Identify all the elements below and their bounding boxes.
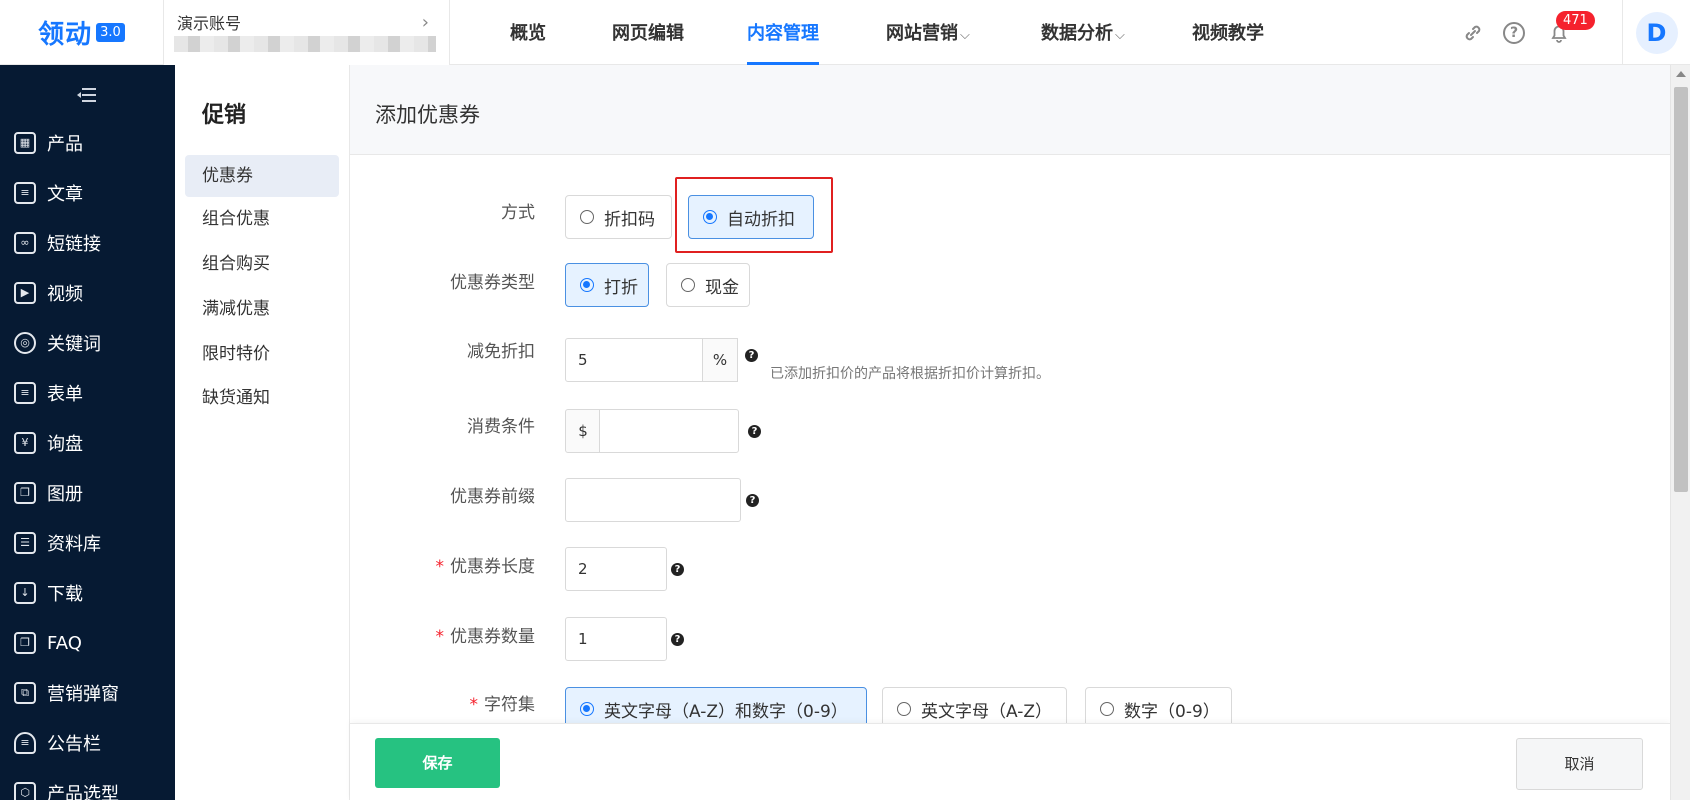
radio-icon [897,702,911,716]
quantity-label: * 优惠券数量 [435,627,536,647]
faq-icon: ❐ [14,632,36,654]
database-icon: ☰ [14,532,36,554]
avatar: D [1635,11,1678,54]
condition-label: 消费条件 [467,417,535,437]
sidebar-item-keywords[interactable]: ◎ 关键词 [0,320,175,366]
prefix-input[interactable] [565,478,741,522]
help-icon[interactable]: ? [671,633,684,646]
account-switcher[interactable]: 演示账号 › [163,0,450,65]
radio-icon [681,278,695,292]
sidebar-item-faq[interactable]: ❐ FAQ [0,620,175,666]
discount-input[interactable]: 5 [565,338,705,382]
sidebar-item-bulletin[interactable]: ≡ 公告栏 [0,720,175,766]
sidebar-item-albums[interactable]: ❐ 图册 [0,470,175,516]
help-icon[interactable]: ? [671,563,684,576]
user-menu[interactable]: D [1622,0,1690,65]
inquiry-icon: ¥ [14,432,36,454]
document-icon: ≡ [14,182,36,204]
method-label: 方式 [501,203,535,223]
account-name: 演示账号 [177,14,242,33]
submenu-item-coupons[interactable]: 优惠券 [185,155,339,197]
radio-checked-icon [580,702,594,716]
sidebar-item-videos[interactable]: ▶ 视频 [0,270,175,316]
prefix-label: 优惠券前缀 [450,487,535,507]
nav-page-editor[interactable]: 网页编辑 [612,0,684,65]
main-content: 添加优惠券 方式 折扣码 自动折扣 优惠券类型 打折 现金 减免折扣 5 % ?… [350,65,1670,800]
coupon-type-option-percent[interactable]: 打折 [565,263,649,307]
account-id-redacted [174,36,436,52]
submenu-item-flash-sale[interactable]: 限时特价 [185,333,339,375]
dollar-addon: $ [565,409,601,453]
quantity-input[interactable]: 1 [565,617,667,661]
nav-site-marketing[interactable]: 网站营销 ⌵ [886,0,970,65]
nav-video-tutorials[interactable]: 视频教学 [1192,0,1264,65]
top-bar: 领动 3.0 演示账号 › 概览 网页编辑 内容管理 网站营销 ⌵ 数据分析 ⌵ 视… [0,0,1690,65]
page-scrollbar[interactable] [1670,65,1690,800]
length-label: * 优惠券长度 [435,557,536,577]
link-icon[interactable] [1462,22,1484,44]
coupon-type-option-cash[interactable]: 现金 [666,263,750,307]
submenu-title: 促销 [202,103,247,128]
chevron-down-icon: ⌵ [1115,28,1125,43]
sidebar-item-products[interactable]: ▦ 产品 [0,120,175,166]
sidebar-item-downloads[interactable]: ↓ 下载 [0,570,175,616]
nav-content-management[interactable]: 内容管理 [747,0,819,65]
help-icon[interactable]: ? [745,349,758,362]
radio-checked-icon [580,278,594,292]
album-icon: ❐ [14,482,36,504]
download-icon: ↓ [14,582,36,604]
percent-addon: % [702,338,738,382]
sidebar-item-forms[interactable]: ≡ 表单 [0,370,175,416]
charset-label: * 字符集 [469,695,536,715]
main-sidebar: ▦ 产品 ≡ 文章 ∞ 短链接 ▶ 视频 ◎ 关键词 ≡ 表单 ¥ 询盘 ❐ 图册 ☰ 资料库 ↓… [0,65,175,800]
logo-text: 领动 [38,20,93,50]
promotion-submenu: 促销 优惠券 组合优惠 组合购买 满减优惠 限时特价 缺货通知 [175,65,350,800]
sidebar-item-library[interactable]: ☰ 资料库 [0,520,175,566]
submenu-item-bundle-discount[interactable]: 组合优惠 [185,198,339,240]
submenu-item-stock-alert[interactable]: 缺货通知 [185,377,339,419]
sidebar-item-articles[interactable]: ≡ 文章 [0,170,175,216]
method-option-discount-code[interactable]: 折扣码 [565,195,672,239]
discount-hint: 已添加折扣价的产品将根据折扣价计算折扣。 [770,366,1050,382]
page-header: 添加优惠券 [350,65,1670,155]
action-bar: 保存 取消 [350,723,1670,800]
video-icon: ▶ [14,282,36,304]
collapse-menu-icon[interactable] [77,87,97,103]
radio-icon [580,210,594,224]
condition-input[interactable] [599,409,739,453]
link-icon: ∞ [14,232,36,254]
length-input[interactable]: 2 [565,547,667,591]
scrollbar-thumb[interactable] [1674,87,1688,492]
sidebar-item-product-selection[interactable]: ⬡ 产品选型 [0,770,175,800]
product-select-icon: ⬡ [14,782,36,800]
sidebar-item-marketing-popups[interactable]: ⧉ 营销弹窗 [0,670,175,716]
scroll-up-arrow-icon[interactable] [1676,71,1686,77]
radio-icon [1100,702,1114,716]
notification-count-badge: 471 [1556,11,1595,30]
sidebar-item-inquiries[interactable]: ¥ 询盘 [0,420,175,466]
chevron-right-icon: › [421,12,429,33]
help-icon[interactable]: ? [746,494,759,507]
logo-version-badge: 3.0 [96,23,125,42]
grid-icon: ▦ [14,132,36,154]
submenu-item-spend-discount[interactable]: 满减优惠 [185,288,339,330]
highlight-box [675,177,833,253]
nav-overview[interactable]: 概览 [510,0,546,65]
logo[interactable]: 领动 3.0 [0,0,163,65]
submenu-item-bundle-purchase[interactable]: 组合购买 [185,243,339,285]
help-icon[interactable]: ? [748,425,761,438]
clipboard-icon: ≡ [14,382,36,404]
sidebar-item-short-links[interactable]: ∞ 短链接 [0,220,175,266]
save-button[interactable]: 保存 [375,738,500,788]
popup-icon: ⧉ [14,682,36,704]
notice-icon: ≡ [14,732,36,754]
chevron-down-icon: ⌵ [960,28,970,43]
coupon-type-label: 优惠券类型 [450,273,535,293]
page-title: 添加优惠券 [375,103,480,127]
help-icon[interactable]: ? [1503,22,1525,44]
nav-data-analysis[interactable]: 数据分析 ⌵ [1041,0,1125,65]
cancel-button[interactable]: 取消 [1516,738,1643,790]
target-icon: ◎ [14,332,36,354]
discount-label: 减免折扣 [467,342,535,362]
